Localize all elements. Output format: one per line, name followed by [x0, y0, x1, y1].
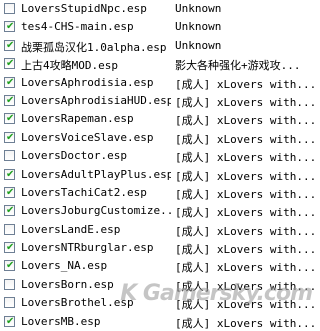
- check-icon: ✔: [6, 39, 15, 51]
- plugin-checkbox[interactable]: ✔: [4, 242, 15, 254]
- plugin-row[interactable]: ✔ LoversLandE.esp [成人] xLovers with...: [0, 221, 316, 239]
- check-icon: ✔: [6, 260, 15, 272]
- plugin-checkbox[interactable]: ✔: [4, 3, 15, 14]
- plugin-checkbox[interactable]: ✔: [4, 113, 15, 125]
- plugin-row[interactable]: ✔ LoversStupidNpc.esp Unknown: [0, 0, 316, 18]
- plugin-checkbox[interactable]: ✔: [4, 76, 15, 88]
- plugin-name: LoversDoctor.esp: [21, 149, 127, 163]
- plugin-name: 战栗孤岛汉化1.0alpha.esp: [21, 40, 167, 54]
- plugin-description: Unknown: [175, 20, 222, 34]
- plugin-description: Unknown: [175, 38, 222, 52]
- plugin-row[interactable]: ✔ LoversAphrodisiaHUD.esp [成人] xLovers wit…: [0, 92, 316, 110]
- plugin-checkbox[interactable]: ✔: [4, 205, 15, 217]
- plugin-row[interactable]: ✔ LoversJoburgCustomize... [成人] xLovers wi…: [0, 202, 316, 220]
- plugin-row[interactable]: ✔ Lovers_NA.esp [成人] xLovers with...: [0, 257, 316, 275]
- plugin-description: [成人] xLovers with...: [175, 243, 316, 257]
- plugin-description: [成人] xLovers with...: [175, 261, 316, 275]
- plugin-checkbox[interactable]: ✔: [4, 150, 15, 162]
- plugin-checkbox[interactable]: ✔: [4, 297, 15, 309]
- check-icon: ✔: [6, 76, 15, 88]
- check-icon: ✔: [6, 205, 15, 217]
- check-icon: ✔: [6, 113, 15, 125]
- plugin-checkbox[interactable]: ✔: [4, 223, 15, 235]
- watermark-logo: K Gamersky.com: [120, 281, 313, 306]
- plugin-name: LoversStupidNpc.esp: [21, 2, 147, 15]
- plugin-checkbox[interactable]: ✔: [4, 260, 15, 272]
- plugin-description: [成人] xLovers with...: [175, 169, 316, 183]
- plugin-description: [成人] xLovers with...: [175, 77, 316, 91]
- plugin-name: LoversNTRburglar.esp: [21, 241, 154, 255]
- plugin-name: tes4-CHS-main.esp: [21, 20, 134, 34]
- plugin-checkbox[interactable]: ✔: [4, 315, 15, 327]
- plugin-name: LoversRapeman.esp: [21, 112, 134, 126]
- plugin-row[interactable]: ✔ LoversNTRburglar.esp [成人] xLovers with..…: [0, 239, 316, 257]
- plugin-description: [成人] xLovers with...: [175, 316, 316, 330]
- plugin-row[interactable]: ✔ 战栗孤岛汉化1.0alpha.esp Unknown: [0, 37, 316, 55]
- check-icon: ✔: [6, 21, 15, 33]
- plugin-description: Unknown: [175, 2, 222, 15]
- check-icon: ✔: [6, 168, 15, 180]
- plugin-name: LoversVoiceSlave.esp: [21, 130, 154, 144]
- plugin-name: LoversLandE.esp: [21, 222, 121, 236]
- plugin-name: LoversTachiCat2.esp: [21, 185, 147, 199]
- plugin-row[interactable]: ✔ LoversRapeman.esp [成人] xLovers with...: [0, 110, 316, 128]
- plugin-checkbox[interactable]: ✔: [4, 58, 15, 70]
- plugin-checkbox[interactable]: ✔: [4, 186, 15, 198]
- check-icon: ✔: [6, 186, 15, 198]
- plugin-description: 影大各种强化+游戏攻...: [175, 59, 301, 73]
- plugin-description: [成人] xLovers with...: [175, 206, 316, 220]
- plugin-row[interactable]: ✔ LoversAphrodisia.esp [成人] xLovers with..…: [0, 74, 316, 92]
- check-icon: ✔: [6, 315, 15, 327]
- check-icon: ✔: [6, 242, 15, 254]
- plugin-row[interactable]: ✔ LoversTachiCat2.esp [成人] xLovers with...: [0, 184, 316, 202]
- plugin-checkbox[interactable]: ✔: [4, 21, 15, 33]
- check-icon: ✔: [6, 94, 15, 106]
- plugin-name: LoversAphrodisia.esp: [21, 75, 154, 89]
- plugin-row[interactable]: ✔ 上古4攻略MOD.esp 影大各种强化+游戏攻...: [0, 55, 316, 73]
- plugin-checkbox[interactable]: ✔: [4, 39, 15, 51]
- plugin-description: [成人] xLovers with...: [175, 114, 316, 128]
- plugin-name: LoversAdultPlayPlus.esp: [21, 167, 171, 181]
- plugin-row[interactable]: ✔ tes4-CHS-main.esp Unknown: [0, 18, 316, 36]
- plugin-description: [成人] xLovers with...: [175, 224, 316, 238]
- plugin-name: LoversAphrodisiaHUD.esp: [21, 93, 171, 107]
- plugin-description: [成人] xLovers with...: [175, 132, 316, 146]
- plugin-name: LoversJoburgCustomize...: [21, 204, 171, 218]
- plugin-name: Lovers_NA.esp: [21, 259, 108, 273]
- plugin-description: [成人] xLovers with...: [175, 187, 316, 201]
- plugin-row[interactable]: ✔ LoversAdultPlayPlus.esp [成人] xLovers wit…: [0, 166, 316, 184]
- plugin-description: [成人] xLovers with...: [175, 151, 316, 165]
- plugin-checkbox[interactable]: ✔: [4, 278, 15, 290]
- plugin-row[interactable]: ✔ LoversDoctor.esp [成人] xLovers with...: [0, 147, 316, 165]
- plugin-checkbox[interactable]: ✔: [4, 168, 15, 180]
- plugin-row[interactable]: ✔ LoversVoiceSlave.esp [成人] xLovers with..…: [0, 129, 316, 147]
- plugin-checkbox[interactable]: ✔: [4, 94, 15, 106]
- plugin-row[interactable]: ✔ LoversMB.esp [成人] xLovers with...: [0, 313, 316, 331]
- plugin-description: [成人] xLovers with...: [175, 95, 316, 109]
- plugin-name: LoversMB.esp: [21, 314, 101, 328]
- plugin-checkbox[interactable]: ✔: [4, 131, 15, 143]
- check-icon: ✔: [6, 131, 15, 143]
- check-icon: ✔: [6, 58, 15, 70]
- plugin-name: 上古4攻略MOD.esp: [21, 59, 118, 73]
